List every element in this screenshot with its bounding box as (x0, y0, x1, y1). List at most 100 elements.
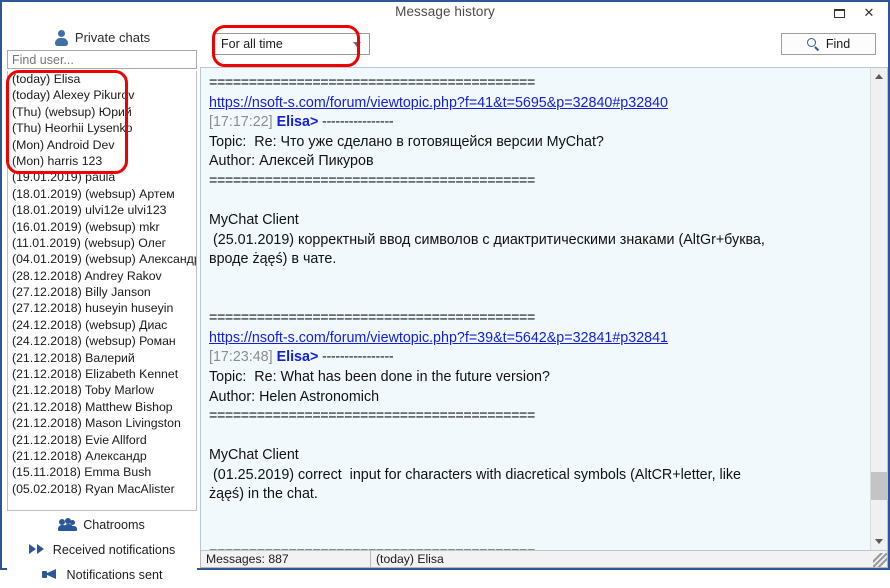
separator-text: ========================================… (209, 310, 535, 327)
message-link-line[interactable]: https://nsoft-s.com/forum/viewtopic.php?… (209, 94, 871, 114)
search-input[interactable] (12, 52, 196, 67)
sidebar-item-notifications-sent[interactable]: Notifications sent (7, 562, 197, 587)
list-item[interactable]: (21.12.2018) Mason Livingston (8, 415, 196, 431)
period-select-value: For all time (221, 37, 283, 51)
search-icon (806, 37, 820, 51)
maximize-button[interactable] (824, 3, 854, 23)
message-text-line: Author: Helen Astronomich (209, 388, 380, 405)
message-text-line: MyChat Client (209, 212, 299, 229)
list-item[interactable]: (Mon) Android Dev (8, 137, 196, 153)
scrollbar-thumb[interactable] (871, 472, 887, 500)
sidebar-item-chatrooms[interactable]: Chatrooms (7, 512, 197, 537)
period-select[interactable]: For all time (214, 33, 370, 55)
separator-text: ========================================… (209, 75, 535, 91)
message-author: Elisa> (276, 349, 319, 366)
close-button[interactable]: ✕ (854, 3, 884, 23)
message-timestamp: [17:17:22] (209, 114, 277, 131)
list-item[interactable]: (24.12.2018) (websup) Роман (8, 333, 196, 349)
separator-text: ========================================… (209, 545, 535, 550)
list-item[interactable]: (16.01.2019) (websup) mkr (8, 219, 196, 235)
message-text-line: вроде żąęś) в чате. (209, 251, 337, 268)
vertical-scrollbar[interactable] (870, 68, 887, 550)
list-item[interactable]: (21.12.2018) Evie Allford (8, 432, 196, 448)
message-separator: ========================================… (209, 309, 871, 329)
message-header-line: [17:23:48] Elisa> ---------------- (209, 348, 871, 368)
status-messages-count: Messages: 887 (201, 551, 371, 567)
message-text-line: Author: Алексей Пикуров (209, 153, 374, 170)
toolbar: For all time Find (200, 24, 888, 67)
list-item[interactable]: (21.12.2018) Elizabeth Kennet (8, 366, 196, 382)
received-notifications-icon (28, 543, 46, 556)
message-text-line: (01.25.2019) correct input for character… (209, 466, 741, 483)
list-item[interactable]: (Thu) Heorhii Lysenko (8, 120, 196, 136)
window-title: Message history (395, 4, 495, 19)
sidebar-header: Private chats (4, 24, 200, 50)
scroll-down-button[interactable] (871, 533, 887, 550)
message-dashes: ---------------- (318, 349, 394, 366)
list-item[interactable]: (Mon) harris 123 (8, 153, 196, 169)
message-timestamp: [17:23:48] (209, 349, 277, 366)
resize-grip[interactable] (873, 553, 887, 567)
message-text-line: Topic: Re: What has been done in the fut… (209, 368, 550, 385)
message-separator: ========================================… (209, 407, 871, 427)
list-item[interactable]: (15.11.2018) Emma Bush (8, 464, 196, 480)
list-item[interactable]: (11.01.2019) (websup) Олег (8, 235, 196, 251)
status-selected-chat: (today) Elisa (376, 552, 444, 566)
message-separator: ========================================… (209, 172, 871, 192)
list-item[interactable]: (Thu) (websup) Юрий (8, 104, 196, 120)
sidebar-header-label: Private chats (74, 29, 151, 45)
chevron-down-icon (353, 42, 361, 47)
list-item[interactable]: (21.12.2018) Александр (8, 448, 196, 464)
list-item[interactable]: (27.12.2018) huseyin huseyin (8, 300, 196, 316)
separator-text: ========================================… (209, 172, 535, 189)
message-link[interactable]: https://nsoft-s.com/forum/viewtopic.php?… (209, 95, 668, 111)
list-item[interactable]: (05.02.2018) Ryan MacAlister (8, 481, 196, 497)
separator-text: ========================================… (209, 408, 535, 425)
chevron-up-icon (875, 74, 883, 79)
find-button-label: Find (825, 37, 851, 51)
find-user-field[interactable] (7, 50, 197, 69)
message-text-line: żąęś) in the chat. (209, 486, 318, 503)
sidebar-actions: Chatrooms Received notifications Notific… (7, 512, 197, 588)
window-controls: ✕ (824, 2, 884, 24)
message-link[interactable]: https://nsoft-s.com/forum/viewtopic.php?… (209, 330, 668, 346)
status-bar: Messages: 887 (today) Elisa (200, 551, 888, 568)
message-header-line: [17:17:22] Elisa> ---------------- (209, 113, 871, 133)
message-link-line[interactable]: https://nsoft-s.com/forum/viewtopic.php?… (209, 329, 871, 349)
list-item[interactable]: (04.01.2019) (websup) Александр (8, 251, 196, 267)
message-list[interactable]: ========================================… (201, 68, 871, 550)
message-separator: ========================================… (209, 544, 871, 550)
find-button[interactable]: Find (781, 33, 876, 55)
list-item[interactable]: (today) Alexey Pikurov (8, 87, 196, 103)
message-author: Elisa> (276, 114, 319, 131)
message-separator: ========================================… (209, 74, 871, 94)
chevron-down-icon (875, 539, 883, 544)
list-item[interactable]: (19.01.2019) paula (8, 169, 196, 185)
list-item[interactable]: (24.12.2018) (websup) Диас (8, 317, 196, 333)
list-item[interactable]: (21.12.2018) Matthew Bishop (8, 399, 196, 415)
private-chats-list[interactable]: (today) Elisa (today) Alexey Pikurov (Thu)… (7, 71, 197, 511)
list-item[interactable]: (21.12.2018) Валерий (8, 350, 196, 366)
message-text-line: (25.01.2019) корректный ввод символов с … (209, 231, 765, 248)
received-notifications-label: Received notifications (52, 542, 176, 557)
message-text-line: MyChat Client (209, 447, 299, 464)
list-item[interactable]: (today) Elisa (8, 71, 196, 87)
scroll-up-button[interactable] (871, 68, 887, 85)
sidebar: Private chats (today) Elisa(today) Alexe… (4, 24, 200, 588)
list-item[interactable]: (18.01.2019) ulvi12e ulvi123 (8, 202, 196, 218)
sidebar-item-received-notifications[interactable]: Received notifications (7, 537, 197, 562)
message-text-line: Topic: Re: Что уже сделано в готовящейся… (209, 133, 604, 150)
list-item[interactable]: (18.01.2019) (websup) Артем (8, 186, 196, 202)
list-item[interactable]: (28.12.2018) Andrey Rakov (8, 268, 196, 284)
message-dashes: ---------------- (318, 114, 394, 131)
message-history-window: Message history ✕ Private chats (today) … (0, 0, 890, 588)
list-item[interactable]: (27.12.2018) Billy Janson (8, 284, 196, 300)
maximize-icon (833, 8, 845, 18)
list-item[interactable]: (21.12.2018) Toby Marlow (8, 382, 196, 398)
